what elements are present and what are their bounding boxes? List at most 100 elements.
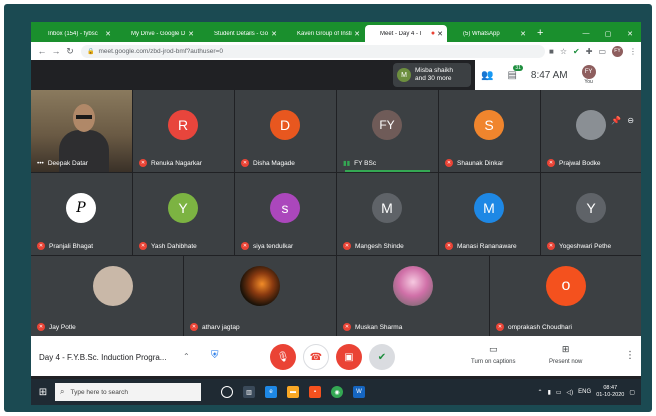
participant-avatar: S xyxy=(474,110,504,140)
chevron-up-icon[interactable]: ⌃ xyxy=(538,389,543,396)
new-tab-button[interactable]: + xyxy=(531,25,549,42)
participant-avatar: M xyxy=(397,68,411,82)
battery-icon[interactable]: ▮ xyxy=(548,389,551,396)
participant-tile[interactable]: o ✕ omprakash Choudhari xyxy=(490,256,641,336)
participant-summary[interactable]: M Misba shaikh and 30 more xyxy=(393,63,471,87)
host-controls-icon[interactable]: ⛨ xyxy=(211,350,223,364)
browser-tab[interactable]: Inbox (154) - fybsc ✕ xyxy=(33,25,115,42)
participant-tile[interactable]: D ✕ Disha Magade xyxy=(235,90,336,172)
participant-tile[interactable]: ••• Deepak Datar xyxy=(31,90,132,172)
forward-arrow-icon[interactable]: → xyxy=(49,46,63,56)
participant-tile[interactable]: R ✕ Renuka Nagarkar xyxy=(133,90,234,172)
close-icon[interactable]: ✕ xyxy=(271,30,277,38)
close-icon[interactable]: ✕ xyxy=(354,30,360,38)
minimize-icon[interactable]: — xyxy=(575,30,597,37)
remove-icon[interactable]: ⊖ xyxy=(627,116,634,125)
present-label: Present now xyxy=(549,359,583,365)
star-icon[interactable]: ☆ xyxy=(560,47,567,56)
browser-tab-active[interactable]: Meet - Day 4 - I ● ✕ xyxy=(365,25,447,42)
meet-icon xyxy=(369,30,377,38)
participant-grid: ••• Deepak Datar R ✕ Renuka Nagarkar D ✕ Di… xyxy=(31,90,641,336)
edge-icon[interactable]: e xyxy=(265,386,277,398)
participant-tile[interactable]: 📌 ⊖ ✕ Prajwal Bodke xyxy=(541,90,641,172)
check-extension-icon[interactable]: ✔ xyxy=(573,47,580,56)
word-icon[interactable]: W xyxy=(353,386,365,398)
participant-name: omprakash Choudhari xyxy=(508,323,572,331)
browser-menu-icon[interactable]: ⋮ xyxy=(629,47,637,56)
captions-label: Turn on captions xyxy=(471,359,516,365)
mic-toggle-button[interactable]: 🎙 xyxy=(270,344,296,370)
pin-icon[interactable]: 📌 xyxy=(611,116,621,125)
cortana-icon[interactable] xyxy=(221,386,233,398)
participant-tile[interactable]: M ✕ Mangesh Shinde xyxy=(337,173,438,255)
participant-name: siya tendulkar xyxy=(253,242,294,250)
extension-check-button[interactable]: ✔ xyxy=(369,344,395,370)
speaking-indicator xyxy=(345,170,430,172)
close-window-icon[interactable]: ✕ xyxy=(619,30,641,38)
camera-icon[interactable]: ■ xyxy=(549,47,554,56)
volume-icon[interactable]: ◁) xyxy=(567,389,574,396)
camera-toggle-button[interactable]: ▣ xyxy=(336,344,362,370)
window-controls: — ▢ ✕ xyxy=(575,25,641,42)
search-icon: ⌕ xyxy=(60,387,65,396)
notifications-icon[interactable]: ▢ xyxy=(629,389,635,396)
self-view[interactable]: FY You xyxy=(581,65,596,85)
participant-name: Jay Potle xyxy=(49,323,76,331)
chat-icon[interactable]: ▤ 31 xyxy=(507,64,523,81)
puzzle-icon[interactable]: ✚ xyxy=(586,47,593,56)
participant-summary-more: and 30 more xyxy=(415,75,452,82)
maximize-icon[interactable]: ▢ xyxy=(597,30,619,38)
cast-icon[interactable]: ▭ xyxy=(598,47,606,56)
participant-tile[interactable]: S ✕ Shaunak Dinkar xyxy=(439,90,540,172)
close-icon[interactable]: ✕ xyxy=(188,30,194,38)
network-icon[interactable]: ▭ xyxy=(556,389,562,396)
participant-tile[interactable]: ✕ atharv jagtap xyxy=(184,256,336,336)
close-icon[interactable]: ✕ xyxy=(105,30,111,38)
present-now-button[interactable]: ⊞ Present now xyxy=(549,344,582,365)
close-icon[interactable]: ✕ xyxy=(520,30,526,38)
chrome-icon[interactable]: ◉ xyxy=(331,386,343,398)
windows-start-icon[interactable]: ⊞ xyxy=(31,379,55,405)
audio-dots-icon: ••• xyxy=(37,160,44,167)
participant-name: FY BSc xyxy=(354,159,377,167)
more-options-icon[interactable]: ⋮ xyxy=(625,350,635,361)
participant-tile[interactable]: ✕ Jay Potle xyxy=(31,256,183,336)
whatsapp-icon xyxy=(452,30,460,38)
task-view-icon[interactable]: ▥ xyxy=(243,386,255,398)
meeting-details[interactable]: Day 4 - F.Y.B.Sc. Induction Progra... ⌃ xyxy=(31,336,191,376)
url-input[interactable]: 🔒 meet.google.com/zbd-jrod-bmf?authuser=… xyxy=(81,44,546,58)
participant-tile[interactable]: Y ✕ Yogeshwari Pethe xyxy=(541,173,641,255)
lock-icon: 🔒 xyxy=(87,48,95,55)
participant-tile[interactable]: s ✕ siya tendulkar xyxy=(235,173,336,255)
drive-icon xyxy=(120,30,128,38)
participant-tile-speaking[interactable]: FY ▮▮ FY BSc xyxy=(337,90,438,172)
people-icon[interactable]: 👥 xyxy=(481,70,493,81)
participant-tile[interactable]: Y ✕ Yash Dahibhate xyxy=(133,173,234,255)
participant-tile[interactable]: M ✕ Manasi Rananaware xyxy=(439,173,540,255)
profile-avatar[interactable]: FY xyxy=(612,45,623,57)
participant-tile[interactable]: ✕ Muskan Sharma xyxy=(337,256,489,336)
participant-tile[interactable]: P ✕ Pranjali Bhagat xyxy=(31,173,132,255)
taskbar-search-input[interactable]: ⌕ Type here to search xyxy=(55,383,201,401)
reload-icon[interactable]: ↻ xyxy=(63,46,77,57)
participant-name: Deepak Datar xyxy=(47,160,88,167)
browser-tab[interactable]: (5) WhatsApp ✕ xyxy=(448,25,530,42)
browser-tab[interactable]: Student Details - Go ✕ xyxy=(199,25,281,42)
taskbar-clock[interactable]: 08:47 01-10-2020 xyxy=(596,385,624,399)
close-icon[interactable]: ✕ xyxy=(437,30,443,38)
language-indicator[interactable]: ENG xyxy=(578,389,591,395)
participant-avatar: s xyxy=(270,193,300,223)
self-label: You xyxy=(584,79,593,85)
captions-button[interactable]: ▭ Turn on captions xyxy=(471,344,515,365)
store-icon[interactable]: ▪ xyxy=(309,386,321,398)
file-explorer-icon[interactable]: ▬ xyxy=(287,386,299,398)
back-arrow-icon[interactable]: ← xyxy=(35,46,49,56)
browser-tab[interactable]: Kaveri Group of Insti ✕ xyxy=(282,25,364,42)
photo-frame: Inbox (154) - fybsc ✕ My Drive - Google D… xyxy=(4,4,652,412)
browser-tab[interactable]: My Drive - Google D ✕ xyxy=(116,25,198,42)
meet-control-bar: Day 4 - F.Y.B.Sc. Induction Progra... ⌃ … xyxy=(31,336,641,376)
url-text: meet.google.com/zbd-jrod-bmf?authuser=0 xyxy=(98,47,223,55)
recording-icon: ● xyxy=(430,30,436,37)
leave-call-button[interactable]: ☎ xyxy=(303,344,329,370)
chevron-up-icon[interactable]: ⌃ xyxy=(183,352,190,361)
